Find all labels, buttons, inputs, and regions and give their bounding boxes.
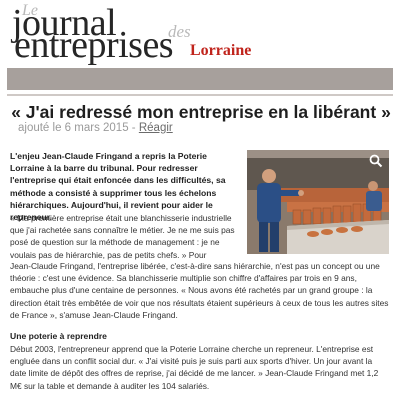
article-date: ajouté le 6 mars 2015	[18, 122, 129, 134]
dateline-separator: -	[128, 122, 139, 134]
article-dateline: ajouté le 6 mars 2015 - Réagir	[18, 122, 173, 134]
article-subheading: Une poterie à reprendre	[10, 331, 107, 341]
masthead-entreprises: entreprises	[14, 24, 174, 66]
reply-link[interactable]: Réagir	[139, 122, 173, 134]
masthead[interactable]: Le journal des entreprises Lorraine	[0, 0, 400, 66]
article-photo[interactable]	[247, 150, 389, 254]
pottery-workshop-photo	[247, 150, 389, 254]
navigation-bar[interactable]	[7, 68, 393, 90]
navigation-underline	[7, 94, 393, 96]
article-paragraph-2: Début 2003, l'entrepreneur apprend que l…	[10, 344, 379, 391]
article-paragraph-1b: Jean-Claude Fringand, l'entreprise libér…	[10, 261, 389, 320]
magnifier-icon[interactable]	[369, 154, 383, 168]
article-title: « J'ai redressé mon entreprise en la lib…	[11, 102, 391, 122]
masthead-region: Lorraine	[190, 42, 252, 59]
article-paragraph-1a: « Ma première entreprise était une blanc…	[10, 213, 235, 260]
